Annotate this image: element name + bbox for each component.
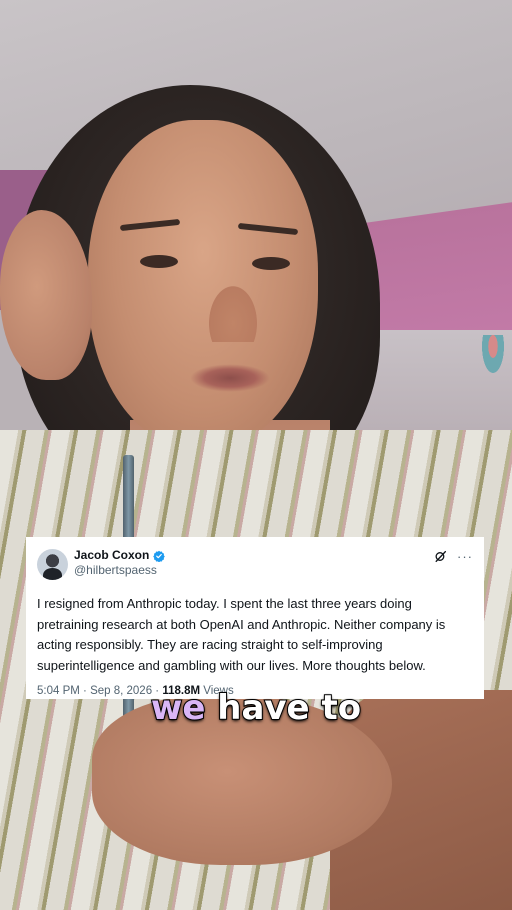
hanging-ornament: [482, 335, 504, 373]
tweet-header: Jacob Coxon @hilbertspaess ···: [37, 548, 473, 588]
grok-icon[interactable]: [434, 550, 447, 563]
left-eye: [140, 255, 178, 268]
right-eye: [252, 257, 290, 270]
caption-highlight-word: we: [150, 687, 207, 729]
mouth: [190, 364, 270, 392]
caption-rest: have to: [205, 687, 362, 729]
nose: [205, 280, 261, 342]
name-row: Jacob Coxon: [74, 548, 166, 563]
video-frame-background: [0, 0, 512, 910]
verified-badge-icon: [153, 550, 166, 562]
avatar[interactable]: [37, 549, 68, 580]
tweet-text: I resigned from Anthropic today. I spent…: [37, 596, 446, 673]
tweet-actions: ···: [434, 550, 473, 563]
author-names: Jacob Coxon @hilbertspaess: [74, 548, 166, 578]
person-face: [88, 120, 318, 450]
display-name[interactable]: Jacob Coxon: [74, 548, 149, 563]
subtitle-caption: we have to: [0, 687, 512, 729]
more-icon[interactable]: ···: [457, 550, 473, 563]
tweet-card[interactable]: Jacob Coxon @hilbertspaess ··· I resigne…: [26, 537, 484, 699]
handle[interactable]: @hilbertspaess: [74, 563, 165, 578]
